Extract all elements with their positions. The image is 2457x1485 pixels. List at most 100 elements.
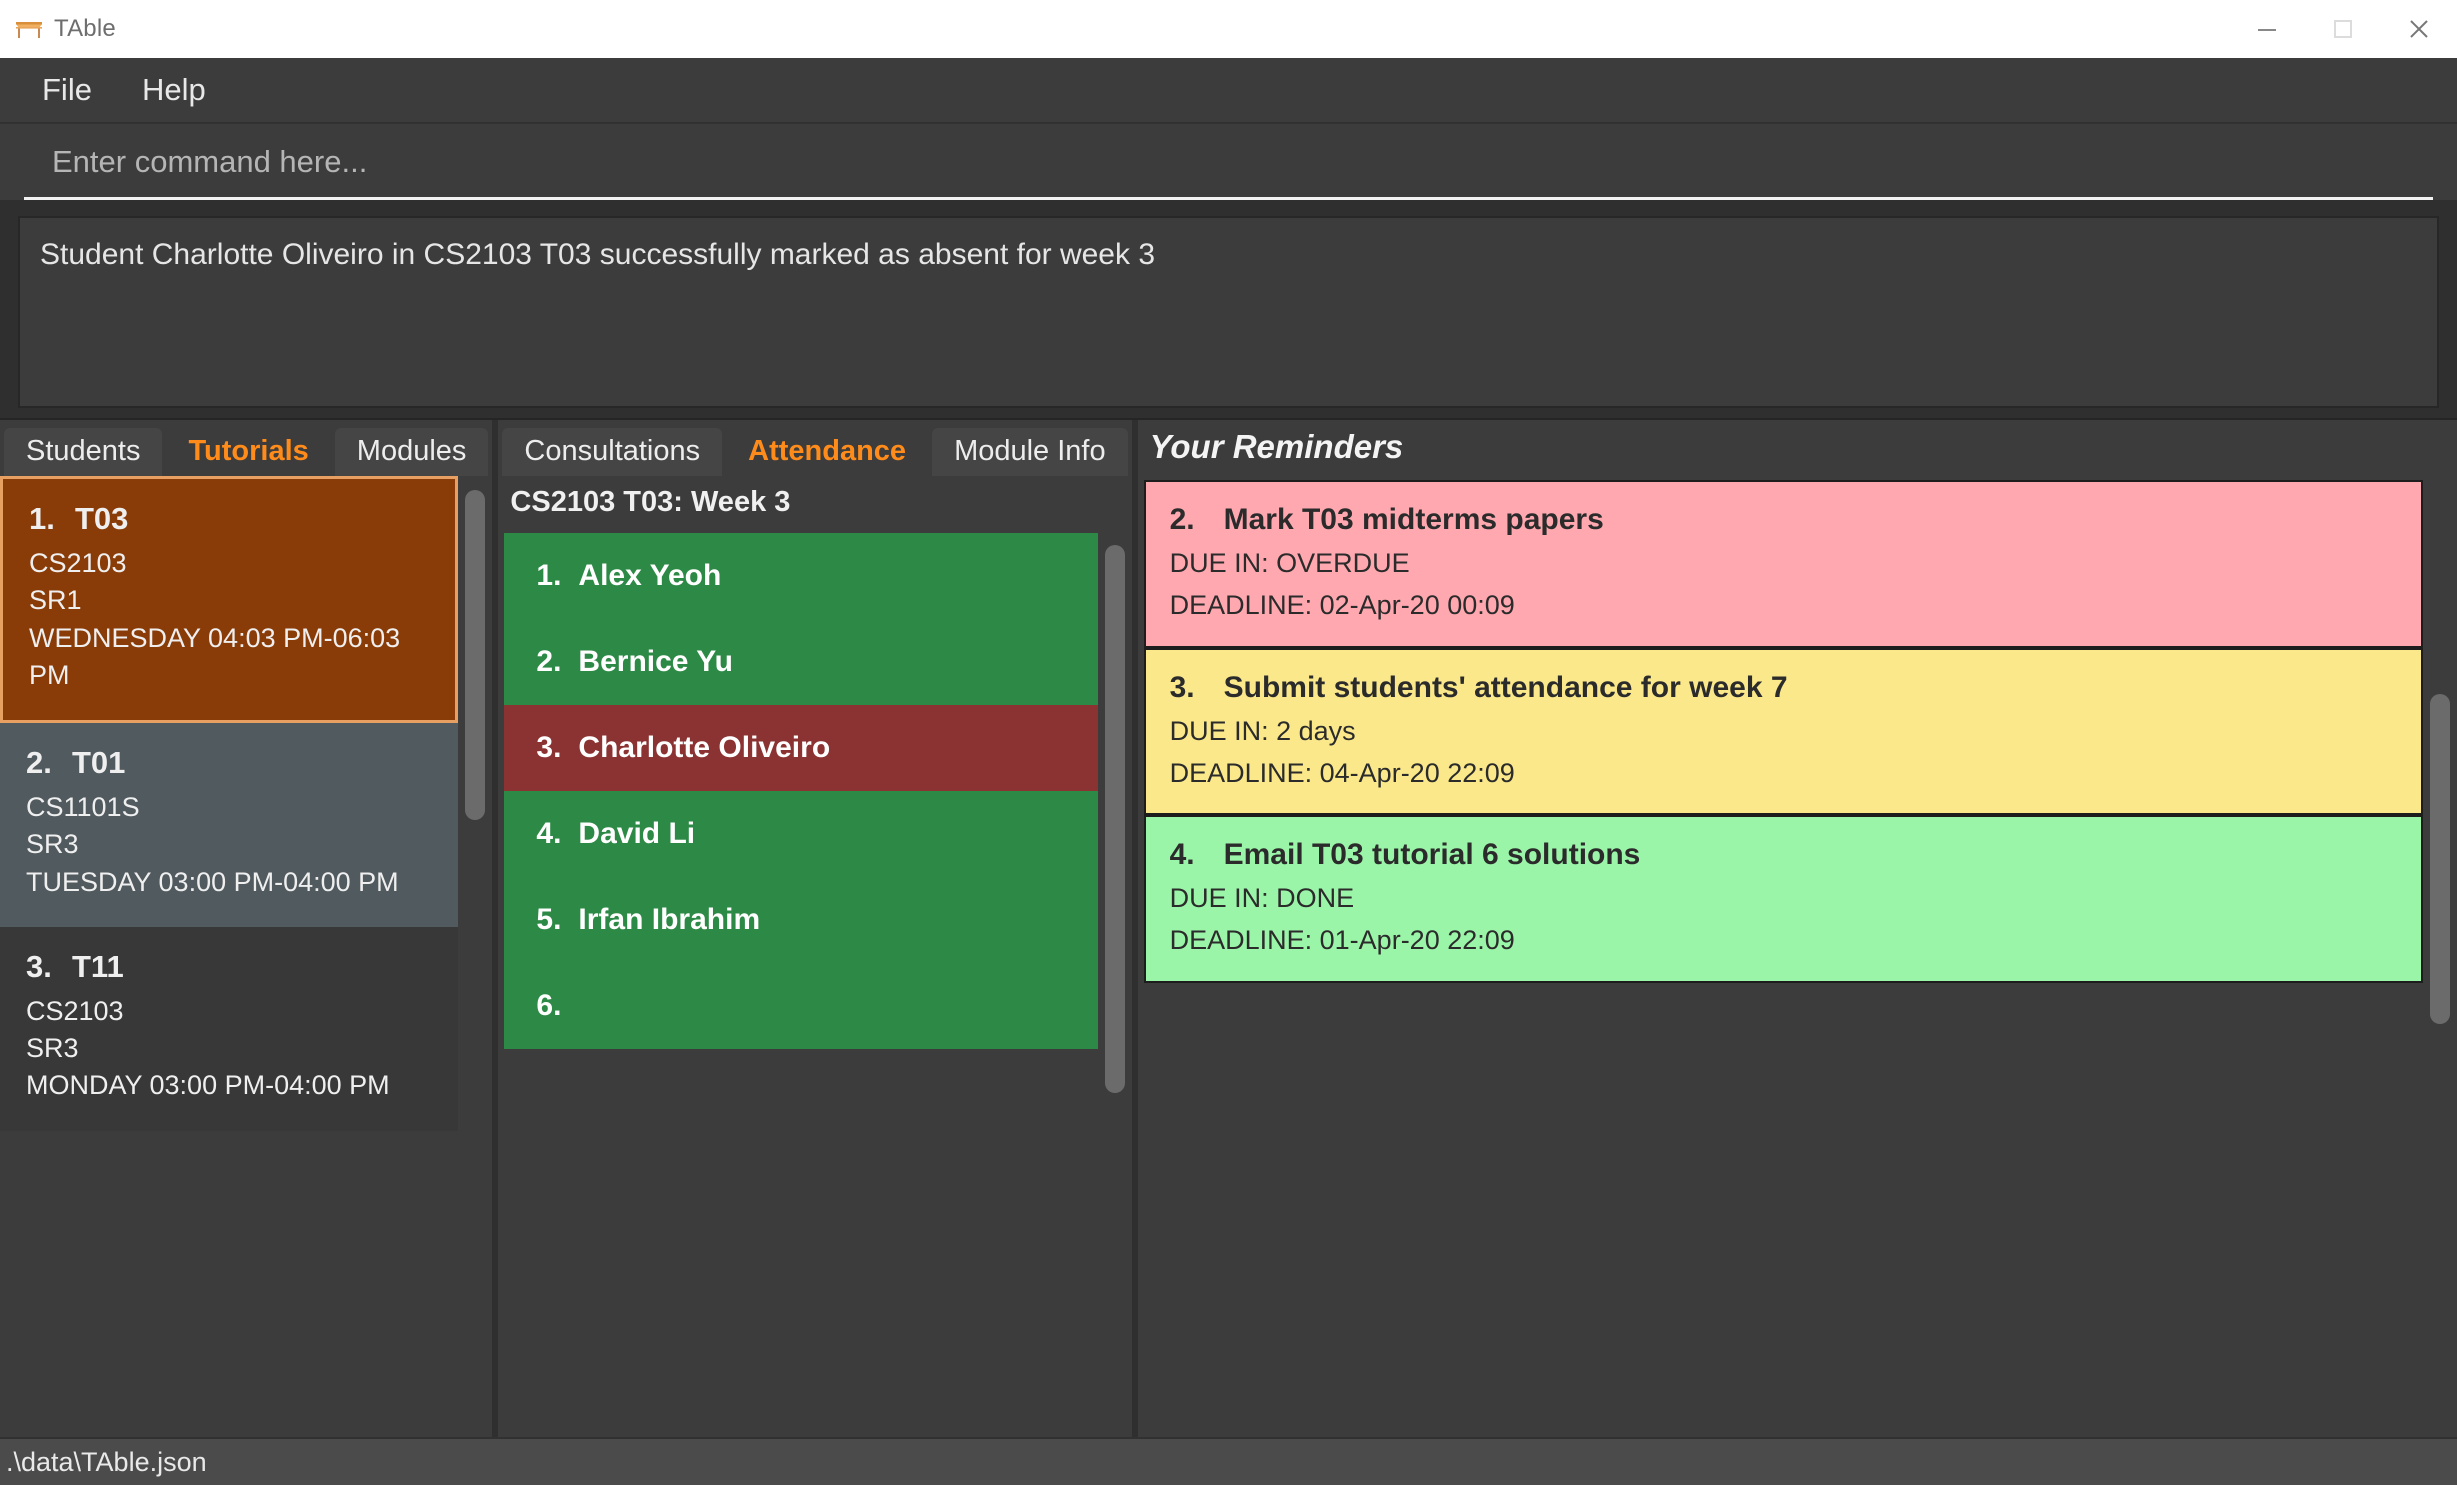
title-bar-left: TAble xyxy=(0,15,116,43)
student-index: 4. xyxy=(536,817,562,850)
result-display: Student Charlotte Oliveiro in CS2103 T03… xyxy=(18,216,2439,408)
tab-students[interactable]: Students xyxy=(4,428,163,476)
main-panels: Students Tutorials Modules 1. T03 CS2103 … xyxy=(0,418,2457,1437)
tutorial-module: CS2103 xyxy=(29,548,127,578)
reminder-deadline: DEADLINE: 02-Apr-20 00:09 xyxy=(1169,589,1515,620)
reminders-list: 2. Mark T03 midterms papers DUE IN: OVER… xyxy=(1138,480,2423,1437)
reminders-scrollbar[interactable] xyxy=(2423,480,2457,1437)
attendance-scroll-area: 1. Alex Yeoh 2. Bernice Yu 3. Charlotte Oli… xyxy=(498,533,1132,1437)
list-item[interactable]: 1. Alex Yeoh xyxy=(504,533,1098,619)
scrollbar-thumb[interactable] xyxy=(2430,694,2450,1024)
tutorial-module: CS1101S xyxy=(26,792,140,822)
tutorial-index: 3. xyxy=(26,948,52,984)
application-window: TAble File Help Enter command here... St… xyxy=(0,0,2457,1485)
list-item[interactable]: 4. David Li xyxy=(504,791,1098,877)
tutorial-module: CS2103 xyxy=(26,995,124,1026)
result-display-wrapper: Student Charlotte Oliveiro in CS2103 T03… xyxy=(0,200,2457,418)
student-name: Alex Yeoh xyxy=(578,559,722,592)
tab-consultations[interactable]: Consultations xyxy=(502,428,723,476)
list-item[interactable]: 2. Bernice Yu xyxy=(504,619,1098,705)
reminder-deadline: DEADLINE: 01-Apr-20 22:09 xyxy=(1169,925,1515,956)
student-name: Charlotte Oliveiro xyxy=(578,731,831,764)
tutorial-list: 1. T03 CS2103 SR1 WEDNESDAY 04:03 PM-06:0… xyxy=(0,476,459,1437)
scrollbar-thumb[interactable] xyxy=(465,490,486,820)
tutorial-heading: 2. T01 xyxy=(26,745,432,781)
minimize-button[interactable] xyxy=(2229,0,2305,58)
reminder-due: DUE IN: OVERDUE xyxy=(1169,547,1410,578)
tutorial-venue: SR3 xyxy=(26,829,79,860)
list-item[interactable]: 3. T11 CS2103 SR3 MONDAY 03:00 PM-04:00 P… xyxy=(0,926,459,1131)
tab-attendance[interactable]: Attendance xyxy=(726,428,929,476)
reminder-index: 3. xyxy=(1169,670,1195,704)
status-bar-path: .\data\TAble.json xyxy=(6,1446,207,1477)
tutorial-scrollbar[interactable] xyxy=(458,476,493,1437)
tutorial-time: MONDAY 03:00 PM-04:00 PM xyxy=(26,1070,390,1101)
tutorial-index: 1. xyxy=(29,501,55,536)
tutorial-venue: SR3 xyxy=(26,1033,79,1063)
list-item[interactable]: 2. T01 CS1101S SR3 TUESDAY 03:00 PM-04:00… xyxy=(0,723,459,927)
tutorial-name: T11 xyxy=(72,948,124,984)
list-item[interactable]: 2. Mark T03 midterms papers DUE IN: OVER… xyxy=(1143,480,2423,648)
menu-bar: File Help xyxy=(0,58,2457,124)
reminder-index: 2. xyxy=(1169,502,1195,536)
list-item[interactable]: 4. Email T03 tutorial 6 solutions DUE IN… xyxy=(1143,815,2423,984)
student-index: 6. xyxy=(536,989,562,1022)
attendance-scrollbar[interactable] xyxy=(1097,533,1132,1437)
tutorial-venue: SR1 xyxy=(29,585,82,616)
tutorial-name: T03 xyxy=(75,501,129,536)
student-index: 1. xyxy=(536,559,562,592)
tutorial-scroll-area: 1. T03 CS2103 SR1 WEDNESDAY 04:03 PM-06:0… xyxy=(0,476,493,1437)
student-name: David Li xyxy=(578,817,696,850)
reminder-heading: 2. Mark T03 midterms papers xyxy=(1170,500,2397,540)
reminder-heading: 3. Submit students' attendance for week … xyxy=(1170,668,2397,708)
reminder-name: Email T03 tutorial 6 solutions xyxy=(1223,838,1641,872)
student-name: Bernice Yu xyxy=(578,645,733,678)
scrollbar-thumb[interactable] xyxy=(1104,545,1125,1093)
tutorial-time: WEDNESDAY 04:03 PM-06:03 PM xyxy=(29,622,401,690)
reminders-scroll-area: 2. Mark T03 midterms papers DUE IN: OVER… xyxy=(1138,480,2457,1437)
window-controls xyxy=(2229,0,2457,58)
tutorial-heading: 1. T03 xyxy=(29,501,429,537)
student-name: Irfan Ibrahim xyxy=(578,903,761,936)
student-index: 5. xyxy=(536,903,562,936)
list-item[interactable]: 5. Irfan Ibrahim xyxy=(504,877,1098,963)
middle-panel-tabbar: Consultations Attendance Module Info xyxy=(498,420,1132,476)
tab-modules[interactable]: Modules xyxy=(334,428,489,476)
maximize-button[interactable] xyxy=(2305,0,2381,58)
minimize-icon xyxy=(2258,29,2276,31)
table-icon xyxy=(14,18,44,40)
tab-tutorials[interactable]: Tutorials xyxy=(166,428,331,476)
student-index: 2. xyxy=(536,645,562,678)
reminder-name: Mark T03 midterms papers xyxy=(1223,503,1604,536)
left-panel: Students Tutorials Modules 1. T03 CS2103 … xyxy=(0,420,493,1437)
reminder-due: DUE IN: 2 days xyxy=(1169,715,1356,746)
reminder-index: 4. xyxy=(1169,838,1195,872)
tutorial-heading: 3. T11 xyxy=(26,949,432,985)
menu-item-help[interactable]: Help xyxy=(122,66,226,114)
list-item[interactable]: 6. xyxy=(504,963,1098,1049)
reminder-deadline: DEADLINE: 04-Apr-20 22:09 xyxy=(1169,757,1515,788)
status-bar: .\data\TAble.json xyxy=(0,1437,2457,1485)
attendance-list: 1. Alex Yeoh 2. Bernice Yu 3. Charlotte Oli… xyxy=(498,533,1098,1437)
reminder-due: DUE IN: DONE xyxy=(1169,883,1355,914)
list-item[interactable]: 3. Charlotte Oliveiro xyxy=(504,705,1098,791)
tutorial-name: T01 xyxy=(72,745,126,780)
attendance-title: CS2103 T03: Week 3 xyxy=(510,486,791,518)
student-index: 3. xyxy=(536,731,562,764)
list-item[interactable]: 3. Submit students' attendance for week … xyxy=(1143,647,2423,816)
close-icon xyxy=(2410,20,2428,38)
menu-item-file[interactable]: File xyxy=(22,66,112,114)
tutorial-time: TUESDAY 03:00 PM-04:00 PM xyxy=(26,866,399,897)
reminders-header: Your Reminders xyxy=(1149,428,1404,465)
app-title: TAble xyxy=(54,15,116,42)
reminder-name: Submit students' attendance for week 7 xyxy=(1223,670,1788,704)
close-button[interactable] xyxy=(2381,0,2457,58)
list-item[interactable]: 1. T03 CS2103 SR1 WEDNESDAY 04:03 PM-06:0… xyxy=(0,476,459,723)
reminder-heading: 4. Email T03 tutorial 6 solutions xyxy=(1170,835,2397,875)
right-panel: Your Reminders 2. Mark T03 midterms pape… xyxy=(1137,420,2457,1437)
tutorial-index: 2. xyxy=(26,745,52,780)
left-panel-tabbar: Students Tutorials Modules xyxy=(0,420,493,476)
tab-module-info[interactable]: Module Info xyxy=(932,428,1128,476)
command-input[interactable] xyxy=(24,136,2433,200)
middle-panel: Consultations Attendance Module Info CS2… xyxy=(498,420,1132,1437)
